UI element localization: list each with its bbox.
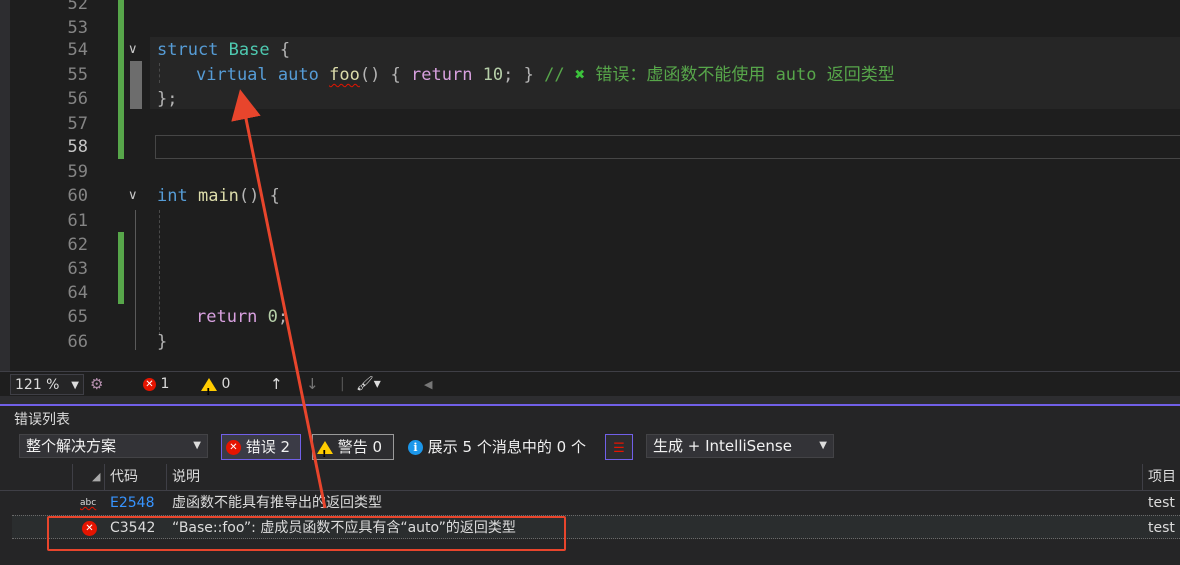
column-code[interactable]: 代码 bbox=[110, 464, 138, 490]
line-number: 66 bbox=[67, 332, 88, 352]
info-icon: i bbox=[408, 440, 423, 455]
line-number: 62 bbox=[67, 235, 88, 255]
warning-icon: ! bbox=[317, 441, 333, 460]
line-number: 64 bbox=[67, 283, 88, 303]
code-line-55[interactable]: virtual auto foo() { return 10; } // ✖ 错… bbox=[196, 63, 895, 87]
brush-icon[interactable]: 🖌▾ bbox=[356, 372, 381, 397]
code-editor[interactable]: ∨ ∨ 52 53 54 55 56 57 58 59 60 61 62 63 … bbox=[0, 0, 1180, 371]
health-icon[interactable]: ⚙ bbox=[90, 372, 103, 397]
cross-mark-icon: ✖ bbox=[574, 65, 586, 85]
code-line-54[interactable]: struct Base { bbox=[157, 38, 290, 62]
line-number: 53 bbox=[67, 18, 88, 38]
build-filter-dropdown[interactable]: 生成 + IntelliSense ▼ bbox=[646, 434, 834, 458]
line-number: 56 bbox=[67, 89, 88, 109]
warning-icon: ! bbox=[201, 377, 217, 398]
arrow-up-icon[interactable]: ↑ bbox=[270, 372, 283, 397]
line-number: 63 bbox=[67, 259, 88, 279]
column-description[interactable]: 说明 bbox=[172, 464, 200, 490]
code-line-56[interactable]: }; bbox=[157, 87, 177, 111]
error-icon: ✕ bbox=[143, 377, 156, 391]
scope-dropdown[interactable]: 整个解决方案 ▼ bbox=[19, 434, 208, 458]
error-description: 虚函数不能具有推导出的返回类型 bbox=[172, 495, 382, 511]
code-line-66[interactable]: } bbox=[157, 330, 167, 354]
line-number: 61 bbox=[67, 211, 88, 231]
arrow-down-icon[interactable]: ↓ bbox=[306, 372, 319, 397]
divider: | bbox=[340, 376, 345, 392]
line-number: 55 bbox=[67, 65, 88, 85]
error-project: test bbox=[1148, 520, 1175, 536]
column-separator bbox=[104, 464, 105, 490]
error-squiggle: foo bbox=[329, 65, 360, 85]
scroll-left-icon[interactable]: ◀ bbox=[424, 372, 432, 397]
editor-status-bar: 121 % ▼ ⚙ ✕ 1 ! 0 ↑ ↓ | 🖌▾ ◀ bbox=[0, 371, 1180, 398]
error-code[interactable]: E2548 bbox=[110, 491, 154, 515]
line-number: 52 bbox=[67, 0, 88, 14]
column-separator bbox=[72, 464, 73, 490]
panel-title: 错误列表 bbox=[14, 412, 70, 428]
warnings-filter-button[interactable]: ! 警告 0 bbox=[312, 434, 394, 460]
sort-icon[interactable]: ◢ bbox=[92, 464, 100, 490]
line-number: 57 bbox=[67, 114, 88, 134]
error-project: test bbox=[1148, 495, 1175, 511]
error-list-toolbar: 整个解决方案 ▼ ✕ 错误 2 ! 警告 0 i 展示 5 个消息中的 0 个 ☰… bbox=[0, 432, 1180, 462]
line-number: 65 bbox=[67, 307, 88, 327]
line-number: 58 bbox=[67, 137, 88, 157]
status-warnings[interactable]: ! 0 bbox=[201, 372, 230, 398]
column-project[interactable]: 项目 bbox=[1148, 464, 1176, 490]
line-number: 59 bbox=[67, 162, 88, 182]
column-separator bbox=[166, 464, 167, 490]
error-list-header: ◢ 代码 说明 项目 bbox=[0, 464, 1180, 491]
zoom-dropdown[interactable]: 121 % ▼ bbox=[10, 374, 84, 395]
annotation-box bbox=[47, 516, 566, 551]
line-number: 60 bbox=[67, 186, 88, 206]
error-icon: ✕ bbox=[226, 440, 241, 455]
table-row[interactable]: abc E2548 虚函数不能具有推导出的返回类型 test bbox=[12, 491, 1180, 515]
code-line-60[interactable]: int main() { bbox=[157, 184, 280, 208]
code-line-65[interactable]: return 0; bbox=[196, 305, 288, 329]
intellisense-icon: abc bbox=[80, 498, 97, 508]
errors-filter-button[interactable]: ✕ 错误 2 bbox=[221, 434, 301, 460]
filter-icon[interactable]: ☰ bbox=[605, 434, 633, 460]
status-errors[interactable]: ✕ 1 bbox=[143, 372, 169, 397]
messages-filter-button[interactable]: i 展示 5 个消息中的 0 个 bbox=[403, 434, 596, 460]
column-separator bbox=[1142, 464, 1143, 490]
line-number: 54 bbox=[67, 40, 88, 60]
